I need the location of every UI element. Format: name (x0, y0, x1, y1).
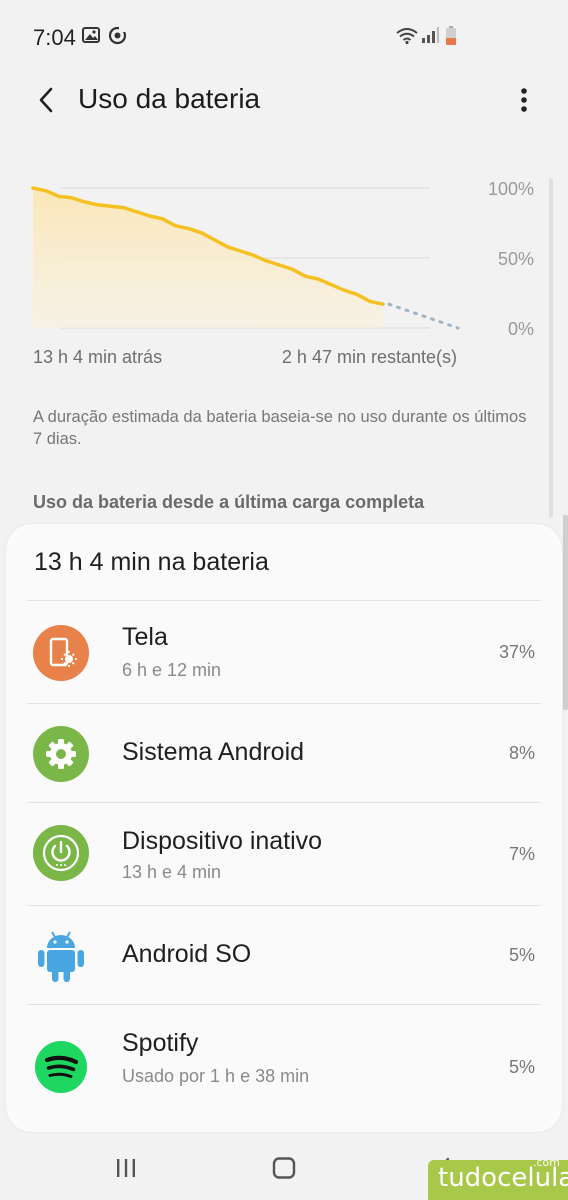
list-item-tela[interactable]: Tela 6 h e 12 min 37% (27, 600, 541, 704)
recent-apps-button[interactable] (106, 1152, 146, 1184)
list-item-sistema-android[interactable]: Sistema Android 8% (27, 703, 541, 803)
android-icon (33, 926, 89, 982)
battery-chart-svg (31, 186, 460, 330)
screen-brightness-icon (33, 625, 89, 681)
app-header: Uso da bateria (0, 72, 568, 128)
item-pct: 37% (498, 642, 535, 662)
list-item-android-so[interactable]: Android SO 5% (27, 905, 541, 1005)
y-tick-50: 50% (497, 249, 534, 269)
item-pct: 5% (508, 945, 535, 965)
gear-icon (33, 726, 89, 782)
section-header: Uso da bateria desde a última carga comp… (33, 492, 425, 512)
status-bar: 7:04 (0, 0, 568, 72)
sync-icon (108, 26, 127, 50)
item-name: Android SO (122, 940, 252, 968)
wifi-icon (396, 28, 418, 49)
x-label-start: 13 h 4 min atrás (33, 347, 163, 367)
power-icon (33, 825, 89, 881)
item-pct: 8% (508, 743, 535, 763)
recent-apps-icon (117, 1159, 135, 1177)
spotify-icon (33, 1039, 89, 1095)
estimate-note: A duração estimada da bateria baseia-se … (33, 408, 527, 448)
item-name: Tela (122, 623, 168, 651)
x-label-end: 2 h 47 min restante(s) (281, 347, 457, 367)
item-name: Dispositivo inativo (122, 827, 323, 855)
item-sub: 13 h e 4 min (122, 862, 222, 882)
item-pct: 7% (508, 844, 535, 864)
list-item-spotify[interactable]: Spotify Usado por 1 h e 38 min 5% (27, 1004, 541, 1132)
item-sub: Usado por 1 h e 38 min (122, 1066, 310, 1086)
chart-scrollbar[interactable] (549, 178, 553, 518)
home-icon (272, 1157, 296, 1179)
page-scrollbar[interactable] (563, 515, 568, 710)
home-button[interactable] (264, 1152, 304, 1184)
more-vert-icon (521, 88, 527, 112)
item-sub: 6 h e 12 min (122, 660, 222, 680)
y-tick-0: 0% (507, 319, 534, 339)
card-title: 13 h 4 min na bateria (34, 548, 269, 576)
signal-icon (421, 27, 439, 49)
status-time: 7:04 (33, 25, 76, 50)
more-options-button[interactable] (504, 78, 544, 122)
page-title: Uso da bateria (78, 83, 261, 114)
image-icon (82, 26, 100, 49)
list-item-dispositivo-inativo[interactable]: Dispositivo inativo 13 h e 4 min 7% (27, 802, 541, 906)
y-tick-100: 100% (487, 179, 534, 199)
watermark-suffix: .com (533, 1156, 560, 1169)
battery-icon (445, 26, 457, 51)
back-button[interactable] (26, 78, 66, 122)
usage-card: 13 h 4 min na bateria Tela 6 h e 12 min … (6, 524, 562, 1132)
item-pct: 5% (508, 1057, 535, 1077)
watermark-logo: tudocelular .com (428, 1156, 568, 1200)
item-name: Spotify (122, 1029, 199, 1057)
item-name: Sistema Android (122, 738, 305, 766)
back-arrow-icon (39, 87, 53, 113)
projection-line (387, 302, 460, 330)
